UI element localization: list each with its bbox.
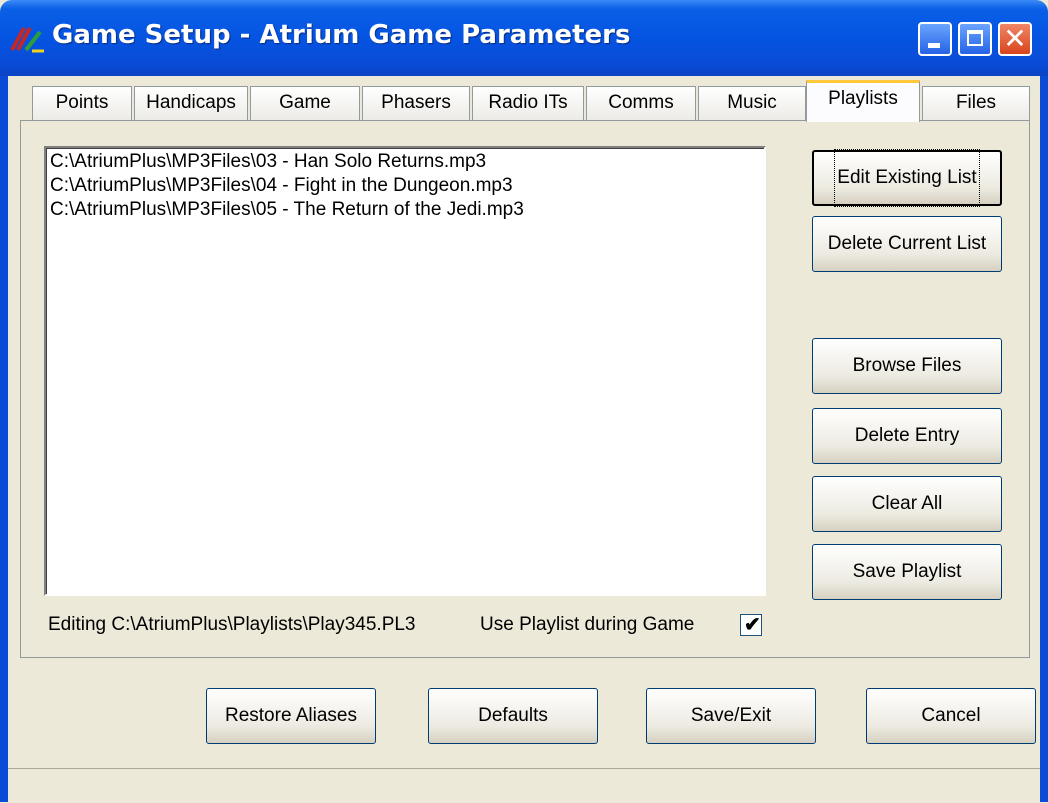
delete-entry-button[interactable]: Delete Entry — [812, 408, 1002, 464]
clear-all-button[interactable]: Clear All — [812, 476, 1002, 532]
status-bar — [8, 768, 1040, 803]
window-title: Game Setup - Atrium Game Parameters — [52, 20, 631, 50]
edit-existing-list-button[interactable]: Edit Existing List — [812, 149, 1002, 207]
tab-phasers[interactable]: Phasers — [362, 86, 470, 120]
window-frame-right — [1040, 76, 1048, 802]
tab-comms[interactable]: Comms — [586, 86, 696, 120]
tab-playlists[interactable]: Playlists — [806, 80, 920, 122]
tab-files[interactable]: Files — [922, 86, 1030, 120]
playlist-listbox[interactable]: C:\AtriumPlus\MP3Files\03 - Han Solo Ret… — [44, 146, 766, 596]
list-item[interactable]: C:\AtriumPlus\MP3Files\04 - Fight in the… — [50, 174, 760, 198]
app-icon — [10, 27, 44, 53]
title-bar[interactable]: Game Setup - Atrium Game Parameters ✕ — [0, 0, 1048, 76]
restore-aliases-button[interactable]: Restore Aliases — [206, 688, 376, 744]
close-icon: ✕ — [1003, 22, 1027, 55]
check-icon: ✔ — [744, 614, 761, 636]
cancel-button[interactable]: Cancel — [866, 688, 1036, 744]
defaults-button[interactable]: Defaults — [428, 688, 598, 744]
tab-handicaps[interactable]: Handicaps — [134, 86, 248, 120]
save-exit-button[interactable]: Save/Exit — [646, 688, 816, 744]
list-item[interactable]: C:\AtriumPlus\MP3Files\05 - The Return o… — [50, 198, 760, 222]
editing-path-label: Editing C:\AtriumPlus\Playlists\Play345.… — [48, 614, 416, 635]
close-button[interactable]: ✕ — [998, 22, 1032, 56]
maximize-button[interactable] — [958, 22, 992, 56]
window-frame-left — [0, 76, 8, 802]
maximize-icon — [967, 30, 983, 46]
tab-points[interactable]: Points — [32, 86, 132, 120]
use-playlist-label: Use Playlist during Game — [480, 614, 695, 635]
use-playlist-checkbox[interactable]: ✔ — [740, 614, 762, 636]
list-item[interactable]: C:\AtriumPlus\MP3Files\03 - Han Solo Ret… — [50, 150, 760, 174]
delete-current-list-button[interactable]: Delete Current List — [812, 216, 1002, 272]
minimize-icon — [928, 43, 940, 48]
tab-radio-its[interactable]: Radio ITs — [472, 86, 584, 120]
tab-game[interactable]: Game — [250, 86, 360, 120]
save-playlist-button[interactable]: Save Playlist — [812, 544, 1002, 600]
minimize-button[interactable] — [918, 22, 952, 56]
browse-files-button[interactable]: Browse Files — [812, 338, 1002, 394]
tab-music[interactable]: Music — [698, 86, 806, 120]
